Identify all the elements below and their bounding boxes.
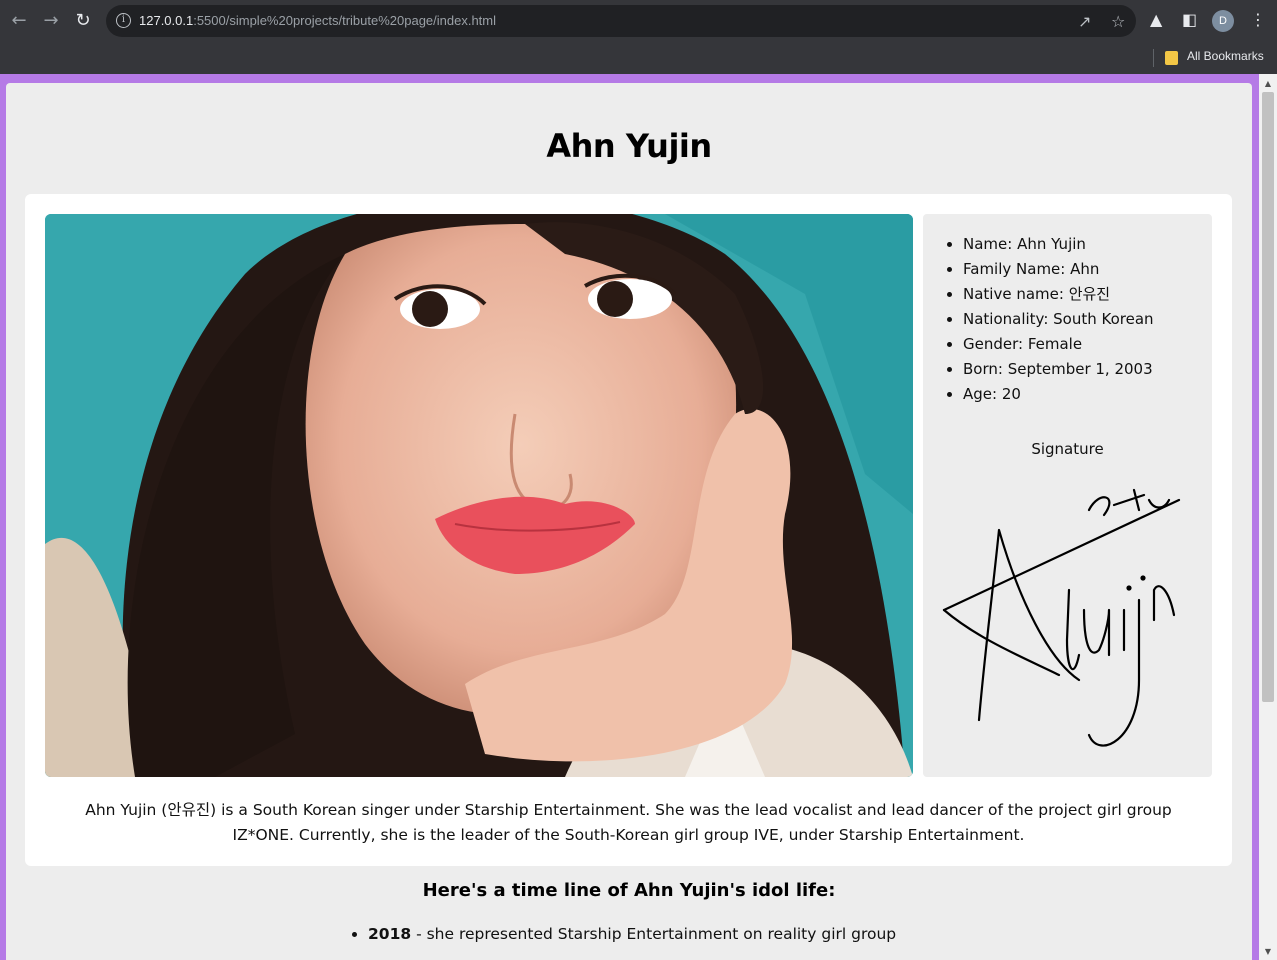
fact-family-name: Family Name: Ahn <box>963 257 1154 282</box>
facts-panel: Name: Ahn Yujin Family Name: Ahn Native … <box>923 214 1212 777</box>
timeline-title: Here's a time line of Ahn Yujin's idol l… <box>422 880 836 901</box>
reload-icon[interactable]: ↻ <box>72 10 94 32</box>
timeline-item: 2018 - she represented Starship Entertai… <box>368 925 896 943</box>
tribute-page: Ahn Yujin • Name: Ahn Yujin • Family Nam… <box>6 83 1252 960</box>
signature-label: Signature <box>1031 440 1104 458</box>
share-icon[interactable]: ↗ <box>1078 12 1091 31</box>
url-host: 127.0.0.1 <box>139 13 194 28</box>
bookmark-star-icon[interactable]: ☆ <box>1111 12 1125 31</box>
fact-born: Born: September 1, 2003 <box>963 357 1154 382</box>
profile-photo <box>45 214 913 777</box>
timeline-year: 2018 <box>368 925 412 943</box>
profile-card: Name: Ahn Yujin Family Name: Ahn Native … <box>25 194 1232 866</box>
all-bookmarks-link[interactable]: All Bookmarks <box>1187 49 1264 63</box>
facts-list: Name: Ahn Yujin Family Name: Ahn Native … <box>943 232 1154 407</box>
bookmarks-separator <box>1153 49 1154 67</box>
page-title: Ahn Yujin <box>546 127 712 165</box>
forward-arrow-icon[interactable]: → <box>40 10 62 32</box>
url-text[interactable]: 127.0.0.1:5500/simple%20projects/tribute… <box>139 13 496 28</box>
address-bar[interactable]: i 127.0.0.1:5500/simple%20projects/tribu… <box>106 5 1136 37</box>
folder-icon <box>1165 51 1178 65</box>
site-info-icon[interactable]: i <box>116 13 131 28</box>
fact-gender: Gender: Female <box>963 332 1154 357</box>
fact-nationality: Nationality: South Korean <box>963 307 1154 332</box>
back-arrow-icon[interactable]: ← <box>8 10 30 32</box>
bio-description: Ahn Yujin (안유진) is a South Korean singer… <box>85 801 1172 844</box>
portrait-illustration <box>45 214 913 777</box>
timeline-list: 2018 - she represented Starship Entertai… <box>348 925 896 943</box>
scrollbar-thumb[interactable] <box>1262 92 1274 702</box>
vertical-scrollbar[interactable]: ▲ ▼ <box>1259 74 1277 960</box>
extensions-puzzle-icon[interactable]: ▲ <box>1150 10 1162 29</box>
fact-native-name: Native name: 안유진 <box>963 282 1154 307</box>
url-path: :5500/simple%20projects/tribute%20page/i… <box>193 13 497 28</box>
profile-avatar[interactable]: D <box>1212 10 1234 32</box>
scroll-up-arrow-icon[interactable]: ▲ <box>1259 76 1277 92</box>
fact-age: Age: 20 <box>963 382 1154 407</box>
signature-image <box>942 488 1181 747</box>
page-viewport: Ahn Yujin • Name: Ahn Yujin • Family Nam… <box>0 74 1277 960</box>
bookmarks-bar: All Bookmarks <box>0 42 1277 74</box>
more-menu-icon[interactable]: ⋮ <box>1250 10 1266 29</box>
browser-toolbar: ← → ↻ i 127.0.0.1:5500/simple%20projects… <box>0 0 1277 42</box>
fact-name: Name: Ahn Yujin <box>963 232 1154 257</box>
scroll-down-arrow-icon[interactable]: ▼ <box>1259 944 1277 960</box>
timeline-text: - she represented Starship Entertainment… <box>411 925 897 943</box>
side-panel-icon[interactable]: ◧ <box>1182 10 1197 29</box>
